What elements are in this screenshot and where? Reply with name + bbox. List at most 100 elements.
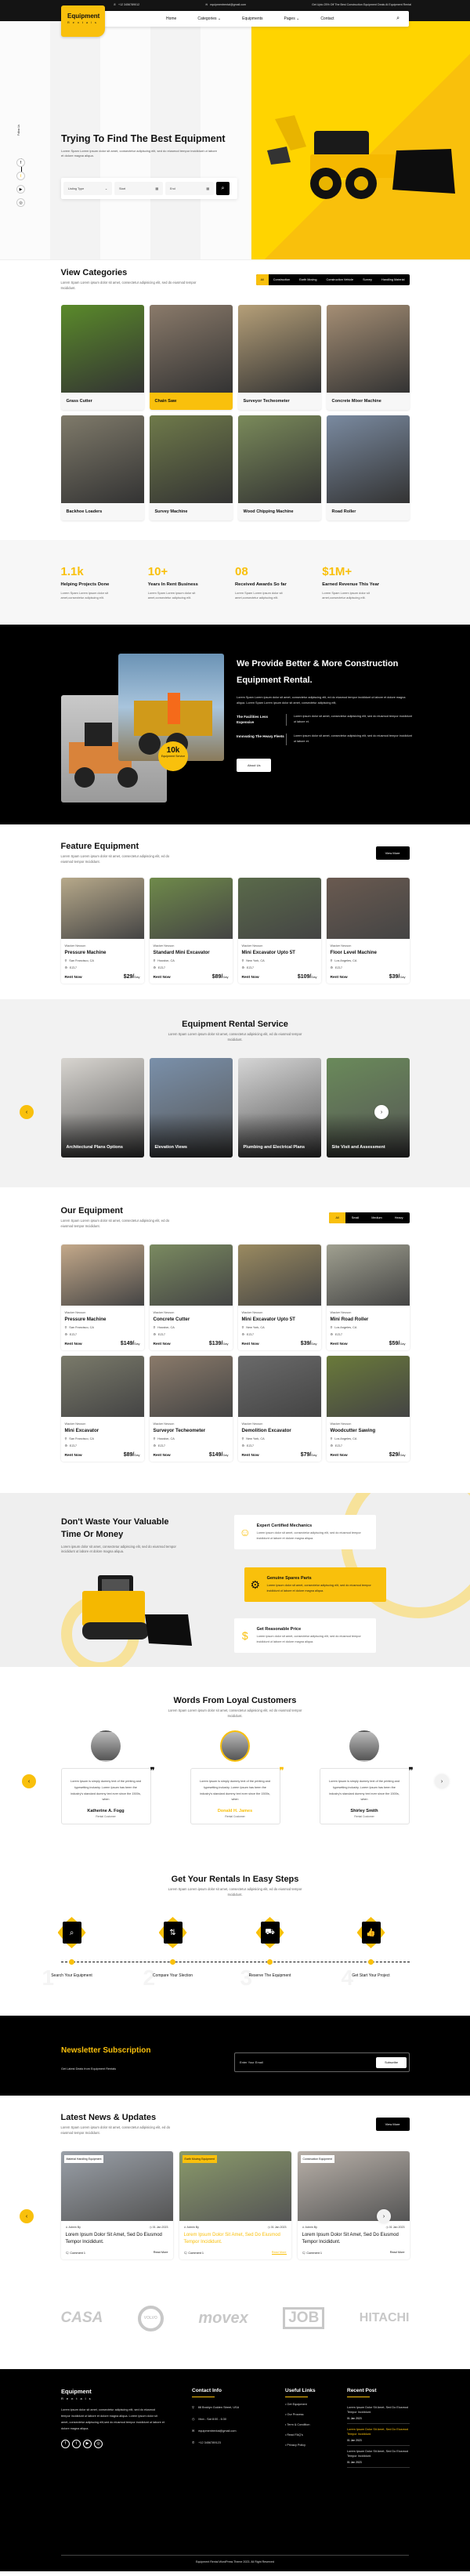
filter-tab[interactable]: All: [255, 274, 269, 285]
category-card[interactable]: Concrete Mixer Machine: [326, 305, 410, 410]
rent-now-link[interactable]: Rent Now: [65, 976, 82, 980]
logo[interactable]: Equipment Rentals: [61, 5, 105, 37]
equipment-name[interactable]: Standard Mini Excavator: [154, 950, 229, 955]
category-card[interactable]: Grass Cutter: [60, 305, 144, 410]
category-tag[interactable]: Construction Equipment: [300, 2155, 334, 2163]
read-more-link[interactable]: Read More: [154, 2251, 168, 2255]
footer-link[interactable]: • Get Equipment: [285, 2402, 336, 2408]
partner-logo[interactable]: HITACHI: [360, 2311, 410, 2325]
recent-post[interactable]: Lorem Ipsum Dolor Sit Amet, Sed Do Eiusm…: [347, 2446, 410, 2468]
search-icon[interactable]: ⌕: [396, 16, 400, 22]
filter-tab[interactable]: Construction: [269, 274, 295, 285]
footer-link[interactable]: • Term & Condition: [285, 2422, 336, 2429]
category-card[interactable]: Wood Chipping Machine: [237, 415, 321, 520]
equipment-name[interactable]: Woodcutter Sawing: [331, 1428, 406, 1433]
equipment-card[interactable]: Wacker Neuson Mini Excavator Upto 5T ⚲ New …: [237, 878, 321, 984]
news-card[interactable]: Material Handling Equipment ♙ Admin By ◷ 0…: [60, 2151, 173, 2259]
equipment-card[interactable]: Wacker Neuson Mini Excavator Upto 5T ⚲ New …: [237, 1245, 321, 1350]
news-title[interactable]: Lorem Ipsum Dolor Sit Amet, Sed Do Eiusm…: [184, 2232, 287, 2247]
footer-link[interactable]: • Read FAQ's: [285, 2433, 336, 2439]
carousel-prev-button[interactable]: ‹: [20, 1105, 34, 1119]
carousel-next-button[interactable]: ›: [374, 1105, 389, 1119]
listing-type-select[interactable]: Listing Type ⌄: [63, 182, 112, 195]
filter-tab[interactable]: Medium: [365, 1212, 389, 1223]
partner-logo[interactable]: JOB: [283, 2307, 325, 2329]
equipment-card[interactable]: Wacker Neuson Mini Road Roller ⚲ Los Angele…: [326, 1245, 410, 1350]
nav-categories[interactable]: Categories ⌄: [197, 16, 221, 21]
rent-now-link[interactable]: Rent Now: [331, 976, 348, 980]
rent-now-link[interactable]: Rent Now: [154, 1454, 171, 1458]
end-date-field[interactable]: End ▦: [165, 182, 214, 195]
equipment-card[interactable]: Wacker Neuson Demolition Excavator ⚲ New Yo…: [237, 1356, 321, 1462]
carousel-next-button[interactable]: ›: [435, 1774, 449, 1788]
filter-tab[interactable]: Handling Material: [377, 274, 410, 285]
about-us-button[interactable]: About Us: [237, 758, 272, 772]
rent-now-link[interactable]: Rent Now: [331, 1454, 348, 1458]
rent-now-link[interactable]: Rent Now: [65, 1342, 82, 1346]
filter-tab[interactable]: Small: [345, 1212, 366, 1223]
equipment-name[interactable]: Surveyor Techeometer: [154, 1428, 229, 1433]
equipment-card[interactable]: Wacker Neuson Surveyor Techeometer ⚲ Housto…: [149, 1356, 233, 1462]
equipment-card[interactable]: Wacker Neuson Woodcutter Sawing ⚲ Los Angel…: [326, 1356, 410, 1462]
equipment-name[interactable]: Pressure Machine: [65, 1317, 140, 1322]
rent-now-link[interactable]: Rent Now: [65, 1454, 82, 1458]
facebook-icon[interactable]: f: [61, 2439, 70, 2448]
equipment-name[interactable]: Pressure Machine: [65, 950, 140, 955]
recent-post[interactable]: Lorem Ipsum Dolor Sit Amet, Sed Do Eiusm…: [347, 2424, 410, 2446]
partner-logo[interactable]: movex: [198, 2310, 248, 2328]
twitter-icon[interactable]: t: [72, 2439, 81, 2448]
equipment-name[interactable]: Mini Excavator Upto 5T: [242, 950, 317, 955]
view-more-button[interactable]: View More: [375, 846, 410, 860]
rent-now-link[interactable]: Rent Now: [242, 1342, 259, 1346]
phone-info[interactable]: ✆ +12 3456789012: [114, 3, 139, 6]
nav-contact[interactable]: Contact: [320, 16, 334, 21]
equipment-card[interactable]: Wacker Neuson Concrete Cutter ⚲ Houston, CA…: [149, 1245, 233, 1350]
recent-post[interactable]: Lorem Ipsum Dolor Sit Amet, Sed Do Eiusm…: [347, 2402, 410, 2424]
equipment-card[interactable]: Wacker Neuson Standard Mini Excavator ⚲ Hou…: [149, 878, 233, 984]
equipment-name[interactable]: Concrete Cutter: [154, 1317, 229, 1322]
service-card[interactable]: Plumbing and Electrical Plans: [237, 1058, 321, 1158]
twitter-icon[interactable]: t: [16, 172, 25, 180]
rent-now-link[interactable]: Rent Now: [242, 1454, 259, 1458]
rent-now-link[interactable]: Rent Now: [154, 976, 171, 980]
equipment-name[interactable]: Mini Excavator Upto 5T: [242, 1317, 317, 1322]
carousel-prev-button[interactable]: ‹: [20, 2209, 34, 2223]
category-tag[interactable]: Material Handling Equipment: [63, 2155, 104, 2163]
equipment-name[interactable]: Demolition Excavator: [242, 1428, 317, 1433]
category-card[interactable]: Survey Machine: [149, 415, 233, 520]
category-card[interactable]: Backhoe Loaders: [60, 415, 144, 520]
equipment-card[interactable]: Wacker Neuson Pressure Machine ⚲ San Franci…: [60, 878, 144, 984]
rent-now-link[interactable]: Rent Now: [154, 1342, 171, 1346]
filter-tab[interactable]: Earth Moving: [295, 274, 321, 285]
service-card[interactable]: Architectural Plans Options: [60, 1058, 144, 1158]
partner-logo[interactable]: CASA: [61, 2310, 103, 2327]
read-more-link[interactable]: Read More: [390, 2251, 405, 2255]
email-input[interactable]: [240, 2060, 349, 2064]
rent-now-link[interactable]: Rent Now: [331, 1342, 348, 1346]
carousel-prev-button[interactable]: ‹: [22, 1774, 36, 1788]
youtube-icon[interactable]: ▶: [83, 2439, 92, 2448]
facebook-icon[interactable]: f: [16, 158, 25, 167]
equipment-name[interactable]: Floor Level Machine: [331, 950, 406, 955]
footer-link[interactable]: • Our Process: [285, 2412, 336, 2418]
nav-equipments[interactable]: Equipments: [242, 16, 262, 21]
youtube-icon[interactable]: ▶: [16, 185, 25, 194]
view-more-button[interactable]: View More: [375, 2118, 410, 2131]
category-card[interactable]: Road Roller: [326, 415, 410, 520]
category-card[interactable]: Chain Saw: [149, 305, 233, 410]
equipment-card[interactable]: Wacker Neuson Pressure Machine ⚲ San Franci…: [60, 1245, 144, 1350]
email-info[interactable]: ✉ equipmentrental@gmail.com: [205, 3, 246, 6]
start-date-field[interactable]: Start ▦: [114, 182, 163, 195]
service-card[interactable]: Site Visit and Assessment: [326, 1058, 410, 1158]
partner-logo[interactable]: VOLVO: [137, 2305, 164, 2331]
filter-tab[interactable]: Survey: [358, 274, 377, 285]
category-card[interactable]: Surveyor Techeometer: [237, 305, 321, 410]
dribbble-icon[interactable]: ◎: [94, 2439, 103, 2448]
footer-logo[interactable]: Equipment: [61, 2388, 164, 2395]
read-more-link[interactable]: Read More: [271, 2251, 287, 2255]
news-card[interactable]: Earth Moving Equipment ♙ Admin By ◷ 01 Jan…: [179, 2151, 291, 2259]
search-button[interactable]: ⌕: [216, 182, 230, 195]
news-card[interactable]: Construction Equipment ♙ Admin By ◷ 01 Jan…: [297, 2151, 410, 2259]
equipment-card[interactable]: Wacker Neuson Floor Level Machine ⚲ Los Ang…: [326, 878, 410, 984]
dribbble-icon[interactable]: ◎: [16, 198, 25, 207]
